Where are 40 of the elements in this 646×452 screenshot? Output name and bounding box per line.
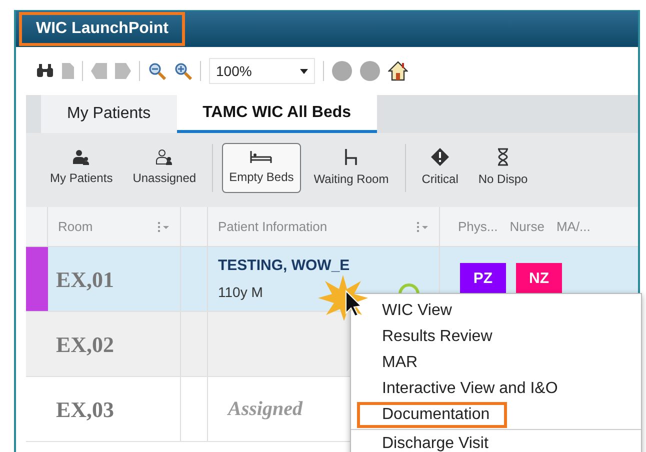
filter-button[interactable]: Critical [414, 143, 466, 193]
circle-icon[interactable] [332, 61, 352, 81]
forward-icon[interactable] [115, 63, 131, 79]
menu-item[interactable]: MAR [357, 350, 435, 376]
zoom-select[interactable]: 100% [209, 58, 315, 84]
patient-details: 110y M [218, 282, 263, 302]
tab[interactable]: TAMC WIC All Beds [176, 95, 378, 133]
patient-name[interactable]: TESTING, WOW_E [218, 255, 350, 278]
filter-button[interactable]: Unassigned [126, 143, 204, 193]
window-title: WIC LaunchPoint [19, 12, 186, 46]
room-label: EX,01 [56, 266, 114, 294]
filter-button[interactable]: No Dispo [471, 143, 535, 193]
dropdown-icon [300, 68, 308, 74]
page-icon[interactable] [62, 63, 74, 79]
zoom-out-icon[interactable] [148, 62, 166, 80]
room-label: EX,03 [56, 396, 114, 424]
home-icon[interactable] [388, 61, 408, 81]
hourglass-icon [496, 148, 510, 166]
menu-item[interactable]: Results Review [357, 324, 510, 350]
binoculars-icon[interactable] [36, 64, 54, 78]
chair-icon [344, 148, 358, 166]
bed-icon [250, 150, 272, 164]
person-icon [155, 149, 174, 165]
zoom-in-icon[interactable] [174, 62, 192, 80]
alert-icon [431, 148, 450, 166]
room-label: EX,02 [56, 330, 114, 358]
circle-icon[interactable] [360, 61, 380, 81]
bed-status: Assigned [228, 397, 302, 422]
person-icon [72, 149, 90, 165]
care-team-badge[interactable]: PZ [460, 262, 506, 296]
tab[interactable]: My Patients [41, 95, 177, 133]
column-menu-icon[interactable] [417, 222, 429, 232]
filter-button[interactable]: My Patients [43, 143, 120, 193]
care-team-badge[interactable]: NZ [516, 262, 562, 296]
menu-item[interactable]: Documentation [357, 402, 507, 428]
column-menu-icon[interactable] [158, 222, 170, 232]
menu-item[interactable]: Interactive View and I&O [357, 376, 575, 402]
filter-button[interactable]: Waiting Room [306, 143, 396, 193]
back-icon[interactable] [91, 63, 107, 79]
filter-button[interactable]: Empty Beds [222, 143, 301, 193]
